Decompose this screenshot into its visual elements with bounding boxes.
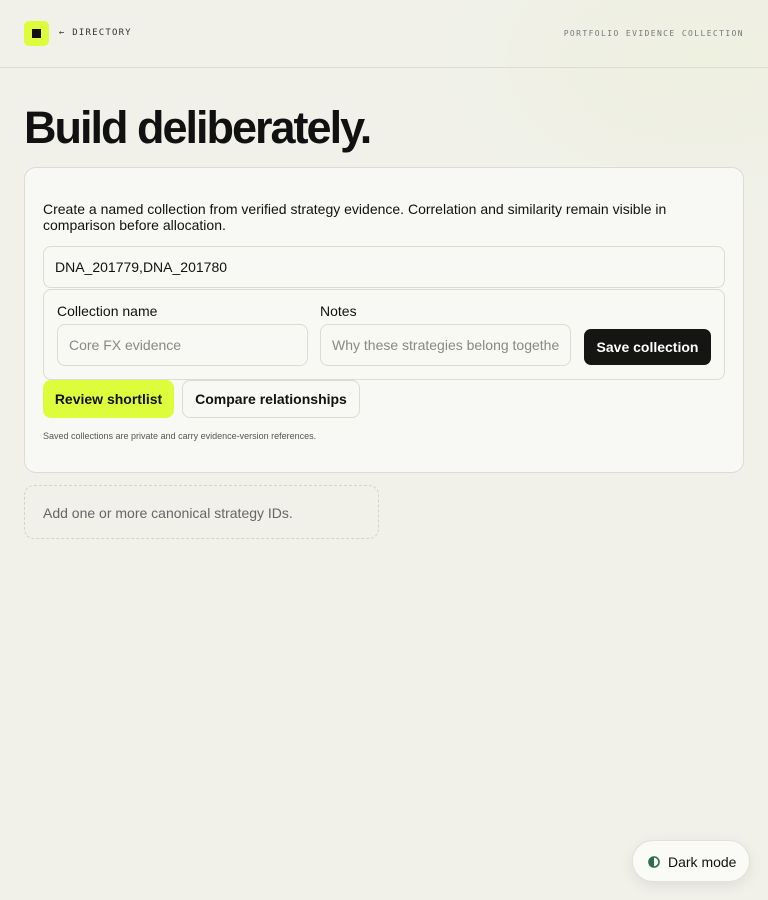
privacy-footnote: Saved collections are private and carry …: [43, 431, 317, 441]
compare-relationships-button[interactable]: Compare relationships: [182, 380, 360, 418]
section-label: PORTFOLIO EVIDENCE COLLECTION: [563, 29, 744, 38]
collection-card: Create a named collection from verified …: [24, 167, 744, 473]
dark-mode-toggle[interactable]: Dark mode: [632, 840, 750, 882]
directory-link[interactable]: ← DIRECTORY: [59, 28, 132, 38]
notes-input[interactable]: [320, 324, 571, 366]
half-circle-icon: [648, 855, 660, 868]
notes-label: Notes: [320, 303, 357, 319]
collection-name-label: Collection name: [57, 303, 158, 319]
strategy-ids-input[interactable]: [43, 246, 725, 288]
collection-form: Collection name Notes Save collection: [43, 289, 725, 380]
dark-mode-label: Dark mode: [668, 854, 737, 870]
logo[interactable]: [24, 21, 49, 46]
top-bar: ← DIRECTORY PORTFOLIO EVIDENCE COLLECTIO…: [0, 0, 768, 68]
card-description: Create a named collection from verified …: [43, 201, 667, 233]
empty-state-message: Add one or more canonical strategy IDs.: [43, 505, 293, 521]
collection-name-input[interactable]: [57, 324, 308, 366]
review-shortlist-button[interactable]: Review shortlist: [43, 380, 174, 418]
empty-state: Add one or more canonical strategy IDs.: [24, 485, 379, 539]
save-collection-button[interactable]: Save collection: [584, 329, 711, 365]
page-title: Build deliberately.: [24, 102, 372, 153]
